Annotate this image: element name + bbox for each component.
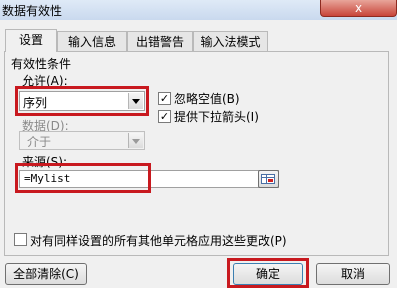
criteria-group-label: 有效性条件 [11,57,72,71]
tab-ime-mode[interactable]: 输入法模式 [193,31,268,51]
range-select-button[interactable] [258,170,279,188]
check-icon: ✓ [159,92,170,105]
close-button[interactable]: x [320,0,397,17]
dropdown-arrow-label: 提供下拉箭头(I) [174,110,259,124]
data-select[interactable]: 介于 [19,131,145,150]
window-title: 数据有效性 [2,4,63,18]
ok-highlight-box [227,258,309,288]
allow-highlight-box [15,86,149,116]
chevron-down-icon [132,139,140,144]
data-dropdown-button[interactable] [128,133,143,148]
source-highlight-box [15,163,151,193]
apply-all-checkbox[interactable] [14,233,27,246]
tab-input-message[interactable]: 输入信息 [57,31,127,51]
dropdown-arrow-checkbox[interactable]: ✓ [158,110,171,123]
apply-all-label: 对有同样设置的所有其他单元格应用这些更改(P) [30,234,287,248]
ignore-blank-label: 忽略空值(B) [174,92,240,106]
tab-error-alert[interactable]: 出错警告 [127,31,193,51]
close-icon: x [354,1,363,15]
ignore-blank-checkbox[interactable]: ✓ [158,92,171,105]
data-select-value: 介于 [27,135,52,149]
tab-settings[interactable]: 设置 [5,29,57,52]
cancel-button[interactable]: 取消 [316,263,390,285]
check-icon: ✓ [159,110,170,123]
clear-all-button[interactable]: 全部清除(C) [5,263,87,285]
range-select-icon [261,174,275,184]
